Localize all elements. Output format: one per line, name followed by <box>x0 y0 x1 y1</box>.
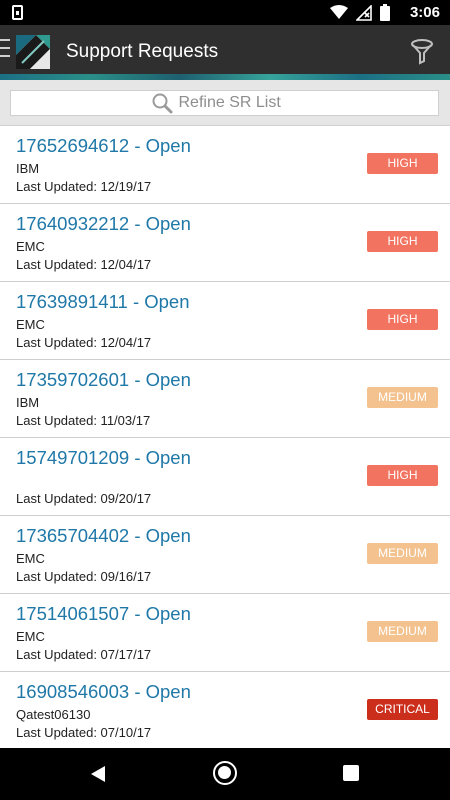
sr-last-updated: Last Updated: 12/04/17 <box>16 257 152 272</box>
page-title: Support Requests <box>66 41 219 62</box>
menu-icon[interactable] <box>0 39 12 61</box>
severity-badge: HIGH <box>367 309 438 330</box>
list-item[interactable]: 17652694612 - Open IBM Last Updated: 12/… <box>0 126 450 204</box>
search-box[interactable] <box>10 90 439 116</box>
severity-badge: HIGH <box>367 153 438 174</box>
list-item[interactable]: 15749701209 - Open Last Updated: 09/20/1… <box>0 438 450 516</box>
back-icon[interactable] <box>90 765 106 783</box>
severity-badge: CRITICAL <box>367 699 438 720</box>
sr-last-updated: Last Updated: 11/03/17 <box>16 413 151 428</box>
list-item[interactable]: 17514061507 - Open EMC Last Updated: 07/… <box>0 594 450 672</box>
sr-title[interactable]: 17365704402 - Open <box>16 525 191 547</box>
sr-title[interactable]: 17514061507 - Open <box>16 603 191 625</box>
severity-badge: MEDIUM <box>367 621 438 642</box>
sr-title[interactable]: 17640932212 - Open <box>16 213 191 235</box>
sr-title[interactable]: 17652694612 - Open <box>16 135 191 157</box>
sr-last-updated: Last Updated: 12/04/17 <box>16 335 152 350</box>
search-icon <box>152 93 172 114</box>
list-item[interactable]: 17640932212 - Open EMC Last Updated: 12/… <box>0 204 450 282</box>
sr-company: EMC <box>16 317 45 332</box>
list-item[interactable]: 17359702601 - Open IBM Last Updated: 11/… <box>0 360 450 438</box>
wifi-icon <box>330 5 348 19</box>
sr-last-updated: Last Updated: 09/20/17 <box>16 491 152 506</box>
sr-company: IBM <box>16 161 40 176</box>
system-nav-bar <box>0 748 450 800</box>
clock: 3:06 <box>409 4 440 21</box>
recents-icon[interactable] <box>343 765 359 781</box>
sr-company: EMC <box>16 551 45 566</box>
sr-last-updated: Last Updated: 12/19/17 <box>16 179 152 194</box>
list-item[interactable]: 16908546003 - Open Qatest06130 Last Upda… <box>0 672 450 748</box>
list-item[interactable]: 17639891411 - Open EMC Last Updated: 12/… <box>0 282 450 360</box>
severity-badge: MEDIUM <box>367 387 438 408</box>
list-item[interactable]: 17365704402 - Open EMC Last Updated: 09/… <box>0 516 450 594</box>
sr-company: EMC <box>16 629 45 644</box>
sr-company: Qatest06130 <box>16 707 91 722</box>
request-list: 17652694612 - Open IBM Last Updated: 12/… <box>0 126 450 748</box>
battery-icon <box>380 4 390 21</box>
severity-badge: HIGH <box>367 465 438 486</box>
no-signal-icon <box>356 4 372 21</box>
sr-company: IBM <box>16 395 40 410</box>
home-icon[interactable] <box>213 761 237 785</box>
sr-title[interactable]: 15749701209 - Open <box>16 447 191 469</box>
notification-icon <box>12 5 23 20</box>
sr-title[interactable]: 16908546003 - Open <box>16 681 191 703</box>
severity-badge: MEDIUM <box>367 543 438 564</box>
app-logo <box>16 35 50 69</box>
filter-icon[interactable] <box>410 39 434 65</box>
status-icons <box>330 4 390 21</box>
search-input[interactable] <box>178 94 299 112</box>
sr-last-updated: Last Updated: 07/17/17 <box>16 647 152 662</box>
app-bar: Support Requests <box>0 25 450 80</box>
search-bar <box>0 80 450 126</box>
sr-company: EMC <box>16 239 45 254</box>
sr-last-updated: Last Updated: 09/16/17 <box>16 569 152 584</box>
sr-last-updated: Last Updated: 07/10/17 <box>16 725 152 740</box>
status-bar: 3:06 <box>0 0 450 25</box>
sr-title[interactable]: 17359702601 - Open <box>16 369 191 391</box>
sr-title[interactable]: 17639891411 - Open <box>16 291 190 313</box>
severity-badge: HIGH <box>367 231 438 252</box>
